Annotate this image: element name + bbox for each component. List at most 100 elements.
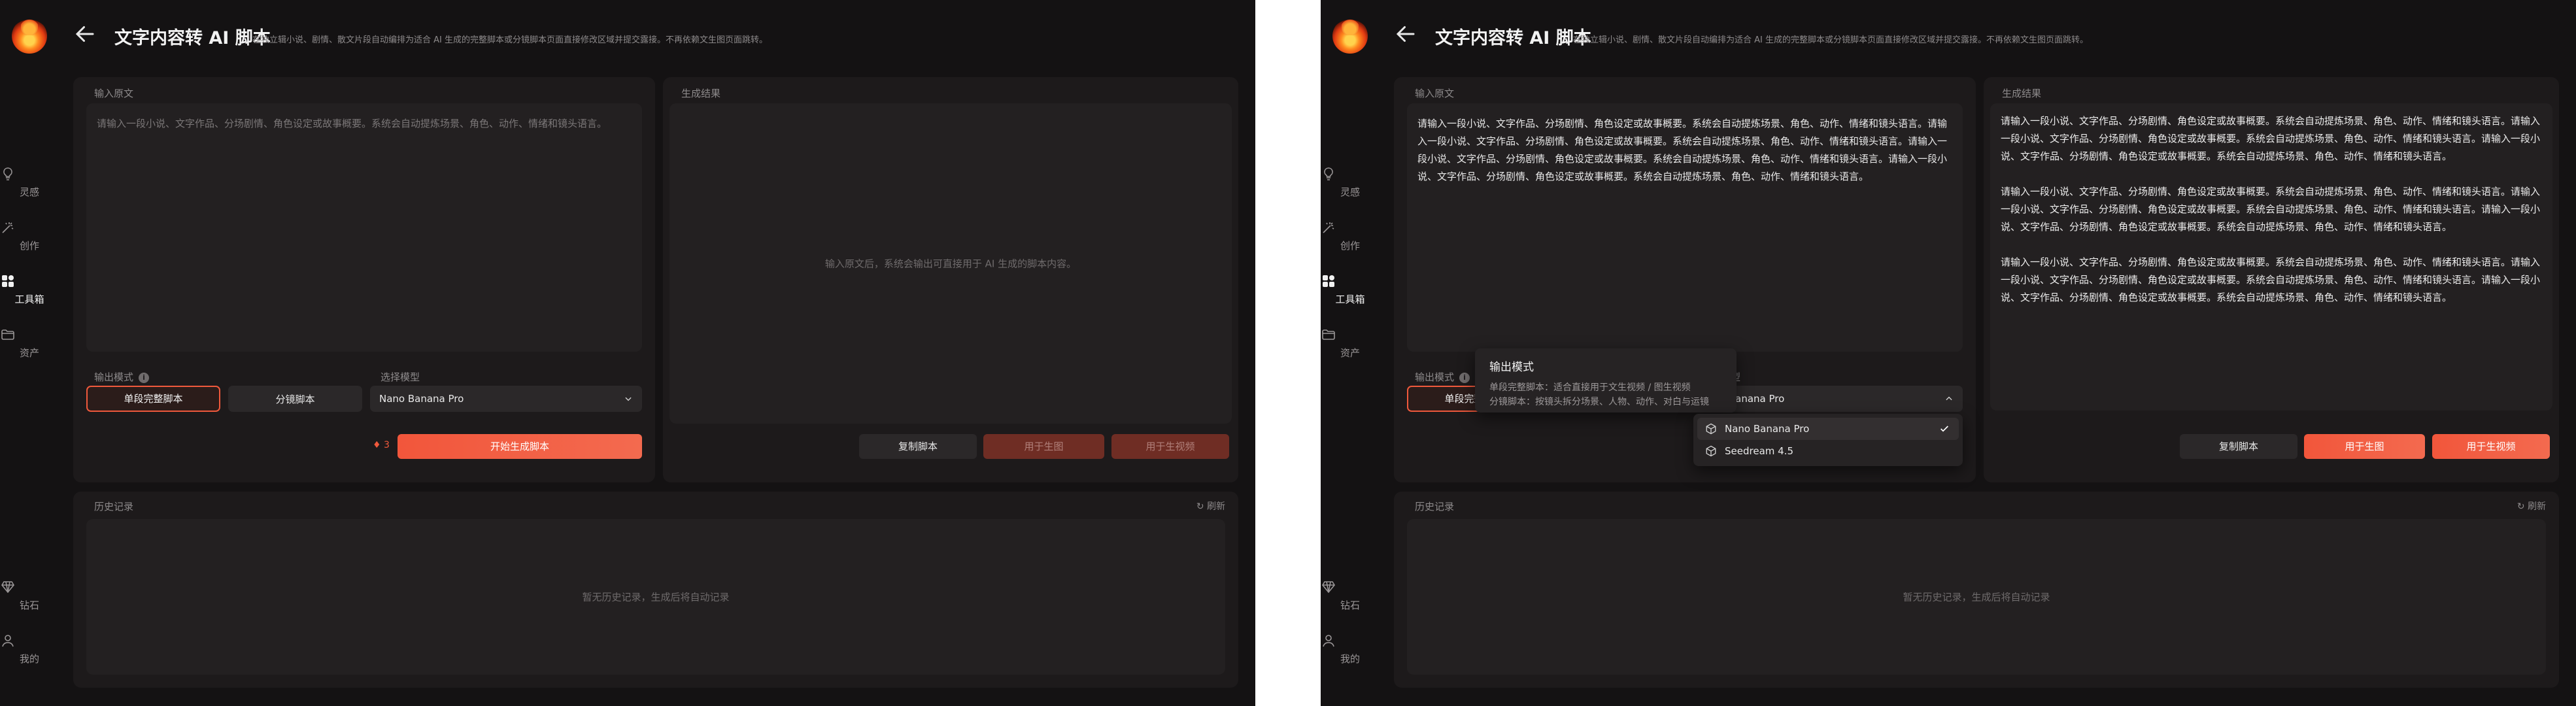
refresh-button[interactable]: ↻ 刷新 bbox=[2517, 499, 2546, 513]
user-icon bbox=[2, 635, 14, 647]
sidebar-item-profile[interactable]: 我的 bbox=[0, 629, 59, 669]
model-select-value: Nano Banana Pro bbox=[379, 393, 464, 405]
input-box: 请输入一段小说、文字作品、分场剧情、角色设定或故事概要。系统会自动提炼场景、角色… bbox=[1407, 103, 1963, 352]
generate-script-button[interactable]: 开始生成脚本 bbox=[398, 434, 642, 459]
credit-cost-value: 3 bbox=[384, 440, 390, 450]
result-paragraph: 请输入一段小说、文字作品、分场剧情、角色设定或故事概要。系统会自动提炼场景、角色… bbox=[2001, 115, 2541, 162]
result-panel: 生成结果 请输入一段小说、文字作品、分场剧情、角色设定或故事概要。系统会自动提炼… bbox=[1984, 77, 2559, 482]
output-mode-label-text: 输出模式 bbox=[94, 371, 134, 383]
history-empty: 暂无历史记录，生成后将自动记录 bbox=[1903, 591, 2050, 603]
model-option-seedream[interactable]: Seedream 4.5 bbox=[1697, 440, 1959, 462]
use-for-video-button[interactable]: 用于生视频 bbox=[2432, 434, 2550, 459]
app-logo bbox=[1332, 16, 1368, 54]
input-label: 输入原文 bbox=[1415, 88, 1455, 99]
diamond-icon bbox=[1322, 581, 1335, 594]
lightbulb-icon bbox=[3, 167, 12, 180]
grid-icon bbox=[1323, 275, 1334, 287]
result-paragraph: 请输入一段小说、文字作品、分场剧情、角色设定或故事概要。系统会自动提炼场景、角色… bbox=[2001, 256, 2541, 303]
sidebar-item-label: 资产 bbox=[19, 347, 39, 359]
copy-script-button[interactable]: 复制脚本 bbox=[2180, 434, 2297, 459]
model-option-nano-banana-pro[interactable]: Nano Banana Pro bbox=[1697, 418, 1959, 440]
sidebar: 灵感 创作 工具箱 资产 钻石 我的 bbox=[0, 0, 59, 706]
refresh-label: 刷新 bbox=[1207, 501, 1225, 512]
source-text-input[interactable]: 请输入一段小说、文字作品、分场剧情、角色设定或故事概要。系统会自动提炼场景、角色… bbox=[1407, 103, 1963, 352]
source-text-input[interactable] bbox=[86, 103, 642, 352]
sidebar-item-diamond[interactable]: 钻石 bbox=[1321, 575, 1380, 616]
diamond-icon bbox=[1, 581, 14, 594]
model-select[interactable]: Nano Banana Pro bbox=[370, 386, 642, 412]
output-mode-label: 输出模式 i bbox=[94, 370, 150, 384]
use-for-image-button[interactable]: 用于生图 bbox=[983, 434, 1104, 459]
refresh-button[interactable]: ↻ 刷新 bbox=[1196, 499, 1225, 513]
tooltip-line: 单段完整脚本：适合直接用于文生视频 / 图生视频 bbox=[1489, 382, 1691, 393]
sidebar-item-label: 灵感 bbox=[1340, 186, 1360, 198]
use-for-video-button[interactable]: 用于生视频 bbox=[1111, 434, 1229, 459]
sidebar-item-assets[interactable]: 资产 bbox=[1321, 323, 1380, 363]
history-box: 暂无历史记录，生成后将自动记录 bbox=[1407, 519, 2546, 675]
info-icon[interactable]: i bbox=[1459, 373, 1470, 383]
sidebar-item-inspiration[interactable]: 灵感 bbox=[0, 162, 59, 203]
result-placeholder: 输入原文后，系统会输出可直接用于 AI 生成的脚本内容。 bbox=[824, 258, 1077, 270]
sidebar-item-label: 我的 bbox=[19, 653, 39, 665]
chevron-up-icon bbox=[1946, 396, 1952, 401]
tooltip-line: 分镜脚本：按镜头拆分场景、人物、动作、对白与运镜 bbox=[1489, 397, 1709, 407]
back-arrow-icon[interactable] bbox=[1394, 22, 1417, 46]
output-mode-tooltip: 输出模式 单段完整脚本：适合直接用于文生视频 / 图生视频 分镜脚本：按镜头拆分… bbox=[1475, 348, 1737, 412]
sidebar-item-label: 灵感 bbox=[19, 186, 39, 198]
output-mode-label: 输出模式 i bbox=[1415, 370, 1470, 384]
page-subtitle: 在独立辑小说、剧情、散文片段自动编排为适合 AI 生成的完整脚本或分镜脚本页面直… bbox=[252, 35, 768, 45]
sidebar-item-diamond[interactable]: 钻石 bbox=[0, 575, 59, 616]
sidebar-item-label: 我的 bbox=[1340, 653, 1360, 665]
sidebar-item-assets[interactable]: 资产 bbox=[0, 323, 59, 363]
copy-script-button[interactable]: 复制脚本 bbox=[859, 434, 977, 459]
app-logo bbox=[12, 16, 47, 54]
folder-icon bbox=[1, 329, 14, 340]
sidebar-item-label: 钻石 bbox=[19, 599, 39, 611]
sidebar-item-create[interactable]: 创作 bbox=[1321, 216, 1380, 256]
use-for-image-button[interactable]: 用于生图 bbox=[2304, 434, 2425, 459]
sidebar-item-toolbox[interactable]: 工具箱 bbox=[1321, 269, 1380, 310]
history-box: 暂无历史记录，生成后将自动记录 bbox=[86, 519, 1225, 675]
model-select-label: 选择模型 bbox=[381, 371, 420, 383]
info-icon[interactable]: i bbox=[139, 373, 150, 383]
history-panel: 历史记录 ↻ 刷新 暂无历史记录，生成后将自动记录 bbox=[73, 492, 1238, 688]
back-arrow-icon[interactable] bbox=[73, 22, 97, 46]
tooltip-title: 输出模式 bbox=[1489, 361, 1534, 374]
chevron-down-icon bbox=[625, 397, 632, 401]
result-box: 输入原文后，系统会输出可直接用于 AI 生成的脚本内容。 bbox=[669, 103, 1232, 424]
sidebar-item-inspiration[interactable]: 灵感 bbox=[1321, 162, 1380, 203]
mode-button-storyboard[interactable]: 分镜脚本 bbox=[228, 386, 362, 412]
input-panel: 输入原文 输出模式 i 单段完整脚本 分镜脚本 选择模型 Nano Banana … bbox=[73, 77, 655, 482]
result-paragraph: 请输入一段小说、文字作品、分场剧情、角色设定或故事概要。系统会自动提炼场景、角色… bbox=[2001, 186, 2541, 233]
history-empty: 暂无历史记录，生成后将自动记录 bbox=[582, 591, 730, 603]
screen-filled-state: 灵感 创作 工具箱 资产 钻石 我的 文字内容转 AI 脚本 在独立辑小说、剧情… bbox=[1321, 0, 2576, 706]
sidebar-item-profile[interactable]: 我的 bbox=[1321, 629, 1380, 669]
page-title: 文字内容转 AI 脚本 bbox=[1435, 28, 1591, 48]
result-label: 生成结果 bbox=[681, 88, 721, 99]
model-option-label: Nano Banana Pro bbox=[1725, 423, 1810, 435]
history-label: 历史记录 bbox=[1415, 501, 1455, 513]
check-icon bbox=[1940, 426, 1948, 432]
magic-wand-icon bbox=[1323, 222, 1334, 233]
result-panel: 生成结果 输入原文后，系统会输出可直接用于 AI 生成的脚本内容。 复制脚本 用… bbox=[663, 77, 1238, 482]
sidebar-item-create[interactable]: 创作 bbox=[0, 216, 59, 256]
page-subtitle: 在独立辑小说、剧情、散文片段自动编排为适合 AI 生成的完整脚本或分镜脚本页面直… bbox=[1573, 35, 2088, 45]
cube-icon bbox=[1706, 445, 1716, 457]
sidebar-item-label: 工具箱 bbox=[1335, 294, 1365, 305]
credit-cost: ♦ 3 bbox=[373, 440, 390, 450]
result-label: 生成结果 bbox=[2002, 88, 2042, 99]
input-label: 输入原文 bbox=[94, 88, 134, 99]
sidebar-item-label: 工具箱 bbox=[14, 294, 44, 305]
grid-icon bbox=[2, 275, 14, 287]
folder-icon bbox=[1322, 329, 1335, 340]
refresh-label: 刷新 bbox=[2528, 501, 2546, 512]
lightbulb-icon bbox=[1324, 167, 1333, 180]
sidebar-item-toolbox[interactable]: 工具箱 bbox=[0, 269, 59, 310]
user-icon bbox=[1323, 635, 1334, 647]
magic-wand-icon bbox=[2, 222, 14, 233]
cube-icon bbox=[1706, 423, 1716, 435]
mode-button-full-script[interactable]: 单段完整脚本 bbox=[86, 386, 220, 412]
sidebar: 灵感 创作 工具箱 资产 钻石 我的 bbox=[1321, 0, 1380, 706]
input-box bbox=[86, 103, 642, 352]
page-title: 文字内容转 AI 脚本 bbox=[114, 28, 271, 48]
